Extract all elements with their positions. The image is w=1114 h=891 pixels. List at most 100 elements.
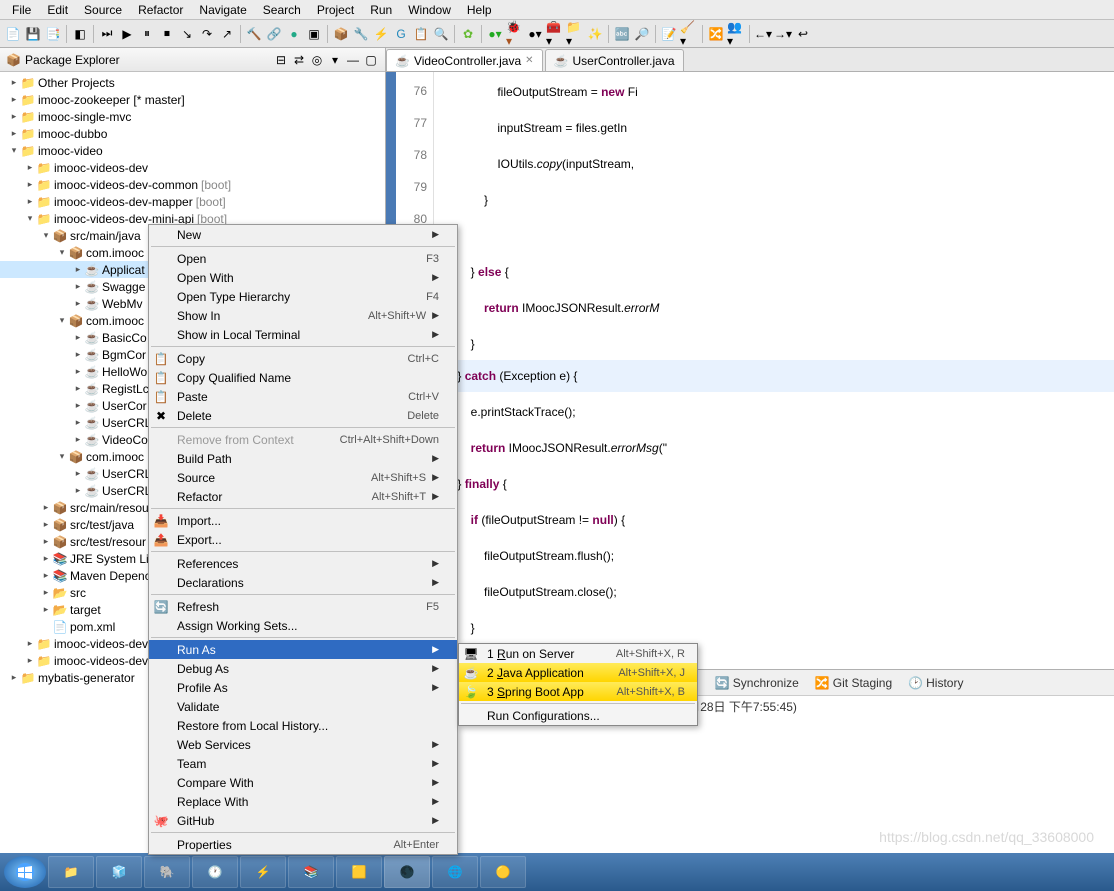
back-icon[interactable]: ←▾ — [754, 25, 772, 43]
editor-tab-user[interactable]: ☕ UserController.java — [545, 49, 684, 71]
stepover-icon[interactable]: ↷ — [198, 25, 216, 43]
collapse-all-icon[interactable]: ⊟ — [273, 52, 289, 68]
expander-icon[interactable]: ▸ — [40, 570, 52, 582]
tasks-icon[interactable]: 📝 — [660, 25, 678, 43]
virtualbox-icon[interactable]: 🧊 — [96, 856, 142, 888]
ctx-source[interactable]: SourceAlt+Shift+S▶ — [149, 468, 457, 487]
eclipse-icon[interactable]: 🌑 — [384, 856, 430, 888]
ctx-replace-with[interactable]: Replace With▶ — [149, 792, 457, 811]
sub--ava-application[interactable]: ☕2 Java ApplicationAlt+Shift+X, J — [459, 663, 697, 682]
tree-item[interactable]: ▸ 📁 imooc-zookeeper [* master] — [0, 91, 385, 108]
ctx-restore-from-local-history-[interactable]: Restore from Local History... — [149, 716, 457, 735]
view-menu-icon[interactable]: ▾ — [327, 52, 343, 68]
expander-icon[interactable]: ▸ — [40, 502, 52, 514]
new-icon[interactable]: 📄 — [4, 25, 22, 43]
tool1-icon[interactable]: 📦 — [332, 25, 350, 43]
menu-run[interactable]: Run — [362, 1, 400, 19]
menu-navigate[interactable]: Navigate — [191, 1, 254, 19]
fwd-icon[interactable]: →▾ — [774, 25, 792, 43]
ctx-new[interactable]: New▶ — [149, 225, 457, 244]
stepout-icon[interactable]: ↗ — [218, 25, 236, 43]
tab-synchronize[interactable]: 🔄Synchronize — [709, 674, 805, 692]
expander-icon[interactable]: ▸ — [8, 111, 20, 123]
expander-icon[interactable]: ▸ — [8, 94, 20, 106]
expander-icon[interactable]: ▸ — [72, 366, 84, 378]
editor-tab-video[interactable]: ☕ VideoController.java ✕ — [386, 49, 543, 71]
search2-icon[interactable]: 🔎 — [633, 25, 651, 43]
new2-dd-icon[interactable]: 📁▾ — [566, 25, 584, 43]
expander-icon[interactable]: ▾ — [8, 145, 20, 157]
ctx-assign-working-sets-[interactable]: Assign Working Sets... — [149, 616, 457, 635]
context-menu[interactable]: New▶OpenF3Open With▶Open Type HierarchyF… — [148, 224, 458, 855]
ctx-open[interactable]: OpenF3 — [149, 249, 457, 268]
menu-project[interactable]: Project — [309, 1, 362, 19]
pause-icon[interactable]: ⏸ — [138, 25, 156, 43]
tool3-icon[interactable]: ⚡ — [372, 25, 390, 43]
sub--pring-boot-app[interactable]: 🍃3 Spring Boot AppAlt+Shift+X, B — [459, 682, 697, 701]
stepinto-icon[interactable]: ↘ — [178, 25, 196, 43]
boot-dash-icon[interactable]: ▣ — [305, 25, 323, 43]
minimize-icon[interactable]: — — [345, 52, 361, 68]
run-as-submenu[interactable]: 🖥1 Run on ServerAlt+Shift+X, R☕2 Java Ap… — [458, 643, 698, 726]
expander-icon[interactable]: ▸ — [40, 553, 52, 565]
menu-edit[interactable]: Edit — [39, 1, 76, 19]
expander-icon[interactable]: ▸ — [72, 332, 84, 344]
expander-icon[interactable]: ▸ — [72, 468, 84, 480]
expander-icon[interactable]: ▸ — [40, 587, 52, 599]
expander-icon[interactable]: ▸ — [40, 536, 52, 548]
ctx-declarations[interactable]: Declarations▶ — [149, 573, 457, 592]
link-editor-icon[interactable]: ⇄ — [291, 52, 307, 68]
link-icon[interactable]: 🔗 — [265, 25, 283, 43]
ctx-web-services[interactable]: Web Services▶ — [149, 735, 457, 754]
expander-icon[interactable]: ▸ — [72, 298, 84, 310]
ctx-properties[interactable]: PropertiesAlt+Enter — [149, 835, 457, 854]
expander-icon[interactable]: ▸ — [24, 179, 36, 191]
close-icon[interactable]: ✕ — [525, 55, 533, 66]
expander-icon[interactable]: ▸ — [72, 281, 84, 293]
tree-item[interactable]: ▸ 📁 imooc-dubbo — [0, 125, 385, 142]
expander-icon[interactable]: ▸ — [72, 383, 84, 395]
expander-icon[interactable]: ▾ — [56, 451, 68, 463]
expander-icon[interactable]: ▸ — [24, 638, 36, 650]
expander-icon[interactable]: ▸ — [8, 128, 20, 140]
menu-source[interactable]: Source — [76, 1, 130, 19]
maximize-icon[interactable]: ▢ — [363, 52, 379, 68]
menu-window[interactable]: Window — [400, 1, 459, 19]
ctx-run-as[interactable]: Run As▶ — [149, 640, 457, 659]
expander-icon[interactable]: ▸ — [8, 672, 20, 684]
tool2-icon[interactable]: 🔧 — [352, 25, 370, 43]
tree-item[interactable]: ▸ 📁 Other Projects — [0, 74, 385, 91]
app-icon[interactable]: 🟨 — [336, 856, 382, 888]
ctx-show-in-local-terminal[interactable]: Show in Local Terminal▶ — [149, 325, 457, 344]
git-icon[interactable]: 🔀 — [707, 25, 725, 43]
ctx-paste[interactable]: 📋PasteCtrl+V — [149, 387, 457, 406]
saveall-icon[interactable]: 📑 — [44, 25, 62, 43]
tree-item[interactable]: ▸ 📁 imooc-videos-dev — [0, 159, 385, 176]
ctx-open-with[interactable]: Open With▶ — [149, 268, 457, 287]
ctx-validate[interactable]: Validate — [149, 697, 457, 716]
ctx-show-in[interactable]: Show InAlt+Shift+W▶ — [149, 306, 457, 325]
wizard-icon[interactable]: ✨ — [586, 25, 604, 43]
open-type-icon[interactable]: 🔤 — [613, 25, 631, 43]
sub-run-configurations-[interactable]: Run Configurations... — [459, 706, 697, 725]
explorer-icon[interactable]: 📁 — [48, 856, 94, 888]
code-content[interactable]: fileOutputStream = new Fi inputStream = … — [434, 72, 1114, 669]
last-edit-icon[interactable]: ↩ — [794, 25, 812, 43]
ctx-debug-as[interactable]: Debug As▶ — [149, 659, 457, 678]
expander-icon[interactable]: ▾ — [40, 230, 52, 242]
expander-icon[interactable]: ▸ — [72, 434, 84, 446]
ctx-import-[interactable]: 📥Import... — [149, 511, 457, 530]
tab-git-staging[interactable]: 🔀Git Staging — [809, 674, 898, 692]
type-icon[interactable]: G — [392, 25, 410, 43]
team-icon[interactable]: 👥▾ — [727, 25, 745, 43]
debug-dd-icon[interactable]: 🐞▾ — [506, 25, 524, 43]
menu-file[interactable]: File — [4, 1, 39, 19]
start-button[interactable] — [4, 856, 46, 888]
ctx-github[interactable]: 🐙GitHub▶ — [149, 811, 457, 830]
menu-search[interactable]: Search — [255, 1, 309, 19]
winrar-icon[interactable]: 📚 — [288, 856, 334, 888]
tree-item[interactable]: ▸ 📁 imooc-videos-dev-mapper [boot] — [0, 193, 385, 210]
expander-icon[interactable]: ▾ — [56, 315, 68, 327]
expander-icon[interactable]: ▸ — [72, 349, 84, 361]
expander-icon[interactable]: ▸ — [24, 162, 36, 174]
